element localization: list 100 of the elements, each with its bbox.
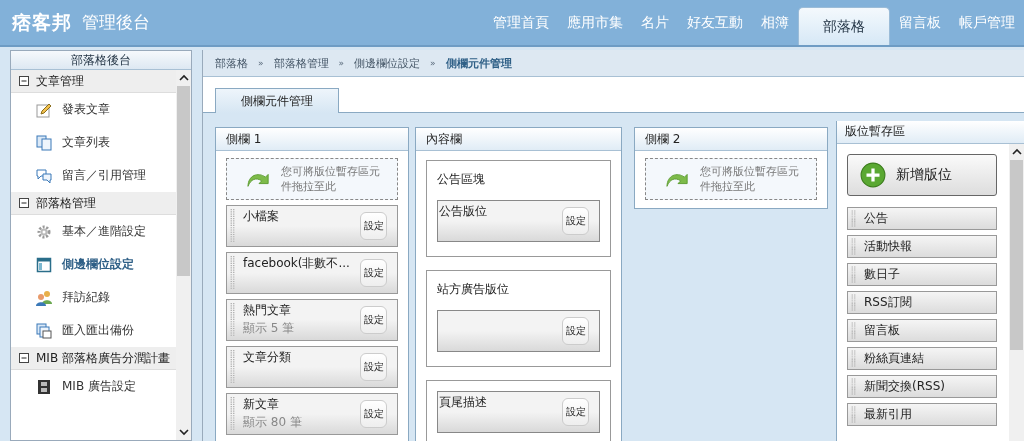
documents-icon <box>36 134 52 151</box>
drop-zone[interactable]: 您可將版位暫存區元件拖拉至此 <box>645 158 817 200</box>
widget-panel[interactable]: 熱門文章 顯示 5 筆 設定 <box>226 299 398 341</box>
group-label: 部落格管理 <box>36 194 96 212</box>
staged-widget[interactable]: 粉絲頁連結 <box>847 347 997 370</box>
column-title: 側欄 1 <box>216 128 408 151</box>
widget-name: 活動快報 <box>863 238 912 255</box>
stacked-documents-icon <box>36 322 52 339</box>
breadcrumb-link[interactable]: 側欄元件管理 <box>445 55 512 71</box>
film-icon <box>36 378 52 395</box>
drag-handle-icon <box>851 378 856 395</box>
widget-panel[interactable]: 設定 <box>437 310 600 352</box>
sidebar-link[interactable]: 發表文章 <box>62 101 110 118</box>
widget-name: 公告版位 <box>439 203 488 220</box>
settings-button[interactable]: 設定 <box>562 398 589 426</box>
group-label: 文章管理 <box>36 72 84 90</box>
staged-widget[interactable]: 新聞交換(RSS) <box>847 375 997 398</box>
plus-icon <box>860 162 886 188</box>
sidebar-link[interactable]: MIB 廣告設定 <box>62 378 136 395</box>
column-title: 側欄 2 <box>635 128 827 151</box>
page-tab[interactable]: 側欄元件管理 <box>215 88 339 113</box>
staged-widget[interactable]: 最新引用 <box>847 403 997 426</box>
group-header[interactable]: 文章管理 <box>11 70 176 93</box>
drag-handle-icon <box>230 303 235 337</box>
widget-panel[interactable]: facebook(非數不... 設定 <box>226 252 398 294</box>
widget-name: 新聞交換(RSS) <box>863 378 945 395</box>
settings-button[interactable]: 設定 <box>562 207 589 235</box>
sidebar-link[interactable]: 拜訪紀錄 <box>62 289 110 306</box>
column-title: 內容欄 <box>416 128 621 151</box>
collapse-icon[interactable] <box>19 76 29 86</box>
widget-name: facebook(非數不... <box>243 255 351 272</box>
add-widget-button[interactable]: 新增版位 <box>847 154 997 196</box>
drag-handle-icon <box>851 238 856 255</box>
section-title: 站方廣告版位 <box>437 281 510 298</box>
settings-button[interactable]: 設定 <box>562 317 589 345</box>
sidebar-link[interactable]: 文章列表 <box>62 134 110 151</box>
scroll-down-icon[interactable] <box>178 428 189 436</box>
widget-name: 粉絲頁連結 <box>863 350 924 367</box>
group-label: MIB 部落格廣告分潤計畫 <box>36 349 170 367</box>
app-subtitle: 管理後台 <box>82 11 150 34</box>
widget-panel[interactable]: 文章分類 設定 <box>226 346 398 388</box>
settings-button[interactable]: 設定 <box>360 400 387 428</box>
widget-panel[interactable]: 新文章 顯示 80 筆 設定 <box>226 393 398 435</box>
widget-name: 數日子 <box>863 266 900 283</box>
drag-handle-icon <box>851 210 856 227</box>
separator-icon: » <box>430 58 436 68</box>
pencil-icon <box>36 101 52 118</box>
staged-widget[interactable]: 活動快報 <box>847 235 997 258</box>
settings-button[interactable]: 設定 <box>360 353 387 381</box>
sidebar-link[interactable]: 留言／引用管理 <box>62 167 146 184</box>
drag-handle-icon <box>230 397 235 431</box>
drag-handle-icon <box>851 350 856 367</box>
widget-name: 頁尾描述 <box>439 394 488 411</box>
widget-panel[interactable]: 小檔案 設定 <box>226 205 398 247</box>
widget-name: 新文章 <box>243 396 280 413</box>
drag-handle-icon <box>851 322 856 339</box>
nav-tab[interactable]: 部落格 <box>798 7 890 45</box>
drag-handle-icon <box>230 350 235 384</box>
staged-widget[interactable]: 數日子 <box>847 263 997 286</box>
breadcrumb-link[interactable]: 部落格管理 <box>273 55 329 71</box>
gear-icon <box>36 223 52 240</box>
widget-detail: 顯示 5 筆 <box>243 320 296 337</box>
widget-name: 最新引用 <box>863 406 912 423</box>
scroll-up-icon[interactable] <box>178 74 189 82</box>
widget-name: 小檔案 <box>243 208 280 225</box>
scrollbar[interactable] <box>176 70 191 440</box>
drop-zone[interactable]: 您可將版位暫存區元件拖拉至此 <box>226 158 398 200</box>
scroll-up-icon[interactable] <box>1011 148 1022 156</box>
widget-name: RSS訂閱 <box>863 294 912 311</box>
breadcrumb-link[interactable]: 部落格 <box>215 55 248 71</box>
sidebar-link[interactable]: 匯入匯出備份 <box>62 322 134 339</box>
breadcrumb-link[interactable]: 側邊欄位設定 <box>354 55 421 71</box>
speech-bubbles-icon <box>36 167 52 184</box>
settings-button[interactable]: 設定 <box>360 259 387 287</box>
drag-handle-icon <box>230 209 235 243</box>
settings-button[interactable]: 設定 <box>360 306 387 334</box>
settings-button[interactable]: 設定 <box>360 212 387 240</box>
drag-handle-icon <box>851 406 856 423</box>
staging-title: 版位暫存區 <box>837 121 1024 144</box>
layout-icon <box>36 256 52 273</box>
sidebar-title: 部落格後台 <box>11 51 191 70</box>
separator-icon: » <box>258 58 264 68</box>
widget-detail: 顯示 80 筆 <box>243 414 303 431</box>
group-header[interactable]: 部落格管理 <box>11 192 176 215</box>
widget-name: 留言板 <box>863 322 900 339</box>
sidebar-link[interactable]: 基本／進階設定 <box>62 223 146 240</box>
widget-panel[interactable]: 公告版位 設定 <box>437 200 600 242</box>
separator-icon: » <box>338 58 345 68</box>
sidebar-link[interactable]: 側邊欄位設定 <box>62 256 134 273</box>
scrollbar[interactable] <box>1009 144 1024 441</box>
collapse-icon[interactable] <box>19 198 29 208</box>
drop-hint: 您可將版位暫存區元件拖拉至此 <box>700 164 800 194</box>
staged-widget[interactable]: RSS訂閱 <box>847 291 997 314</box>
widget-panel[interactable]: 頁尾描述 設定 <box>437 391 600 433</box>
drag-handle-icon <box>851 294 856 311</box>
group-header[interactable]: MIB 部落格廣告分潤計畫 <box>11 347 176 370</box>
section-title: 公告區塊 <box>437 171 486 188</box>
staged-widget[interactable]: 公告 <box>847 207 997 230</box>
collapse-icon[interactable] <box>19 353 29 363</box>
staged-widget[interactable]: 留言板 <box>847 319 997 342</box>
